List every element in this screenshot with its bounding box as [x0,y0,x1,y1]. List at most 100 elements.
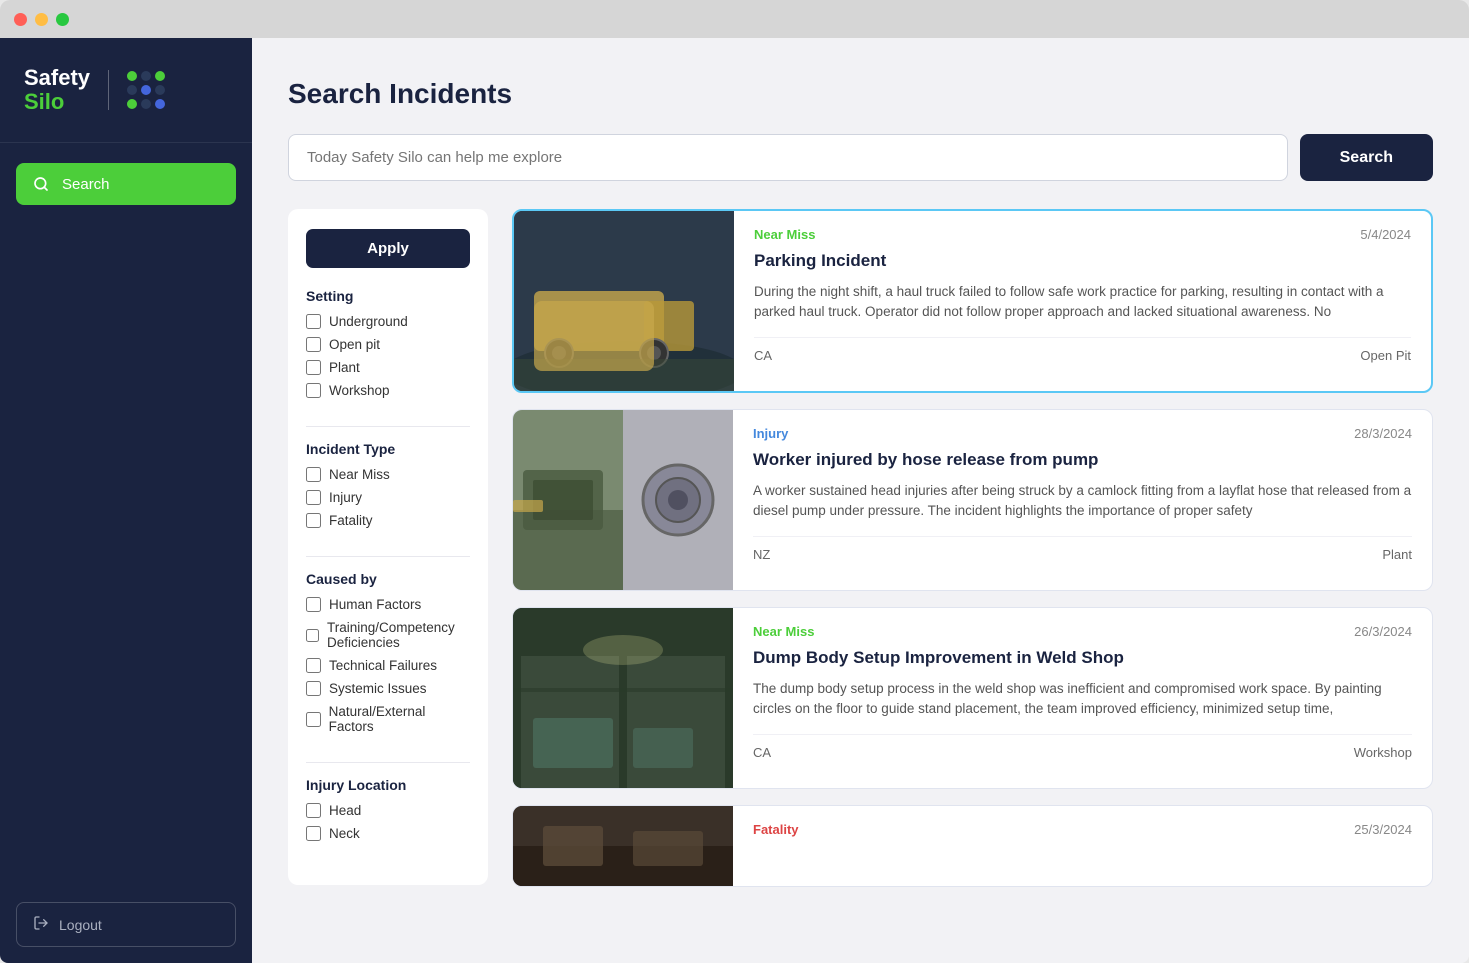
label-openpit: Open pit [329,337,380,352]
filter-option-human-factors[interactable]: Human Factors [306,597,470,612]
card-title-2: Worker injured by hose release from pump [753,449,1412,471]
filter-option-training[interactable]: Training/Competency Deficiencies [306,620,470,650]
image-parking [514,211,734,391]
dot-9 [155,99,165,109]
sidebar-nav: Search [0,143,252,225]
filter-option-systemic[interactable]: Systemic Issues [306,681,470,696]
card-meta-2: Injury 28/3/2024 [753,426,1412,441]
card-title-3: Dump Body Setup Improvement in Weld Shop [753,647,1412,669]
incident-type-4: Fatality [753,822,799,837]
card-setting-2: Plant [1382,547,1412,562]
card-description-2: A worker sustained head injuries after b… [753,481,1412,522]
close-button[interactable] [14,13,27,26]
search-bar: Search [288,134,1433,181]
filter-section-setting: Setting Underground Open pit Plant [306,288,470,406]
filter-option-technical[interactable]: Technical Failures [306,658,470,673]
checkbox-workshop[interactable] [306,383,321,398]
card-image-parking [514,211,734,391]
checkbox-natural[interactable] [306,712,321,727]
label-human-factors: Human Factors [329,597,421,612]
incident-card-3[interactable]: Near Miss 26/3/2024 Dump Body Setup Impr… [512,607,1433,789]
filter-divider-1 [306,426,470,427]
incident-date-3: 26/3/2024 [1354,624,1412,639]
card-body-2: Injury 28/3/2024 Worker injured by hose … [733,410,1432,590]
checkbox-nearmiss[interactable] [306,467,321,482]
filter-option-underground[interactable]: Underground [306,314,470,329]
incident-card-2[interactable]: Injury 28/3/2024 Worker injured by hose … [512,409,1433,591]
dot-6 [155,85,165,95]
filter-divider-3 [306,762,470,763]
logo-safety: Safety [24,66,90,90]
filter-option-fatality[interactable]: Fatality [306,513,470,528]
logo-silo: Silo [24,90,90,114]
filter-option-nearmiss[interactable]: Near Miss [306,467,470,482]
incident-type-1: Near Miss [754,227,815,242]
image-fatality [513,806,733,886]
dot-7 [127,99,137,109]
filter-section-incident-type: Incident Type Near Miss Injury Fatality [306,441,470,536]
card-location-3: CA [753,745,771,760]
card-meta-4: Fatality 25/3/2024 [753,822,1412,837]
filter-option-neck[interactable]: Neck [306,826,470,841]
minimize-button[interactable] [35,13,48,26]
search-button[interactable]: Search [1300,134,1433,181]
card-title-1: Parking Incident [754,250,1411,272]
label-workshop: Workshop [329,383,390,398]
checkbox-underground[interactable] [306,314,321,329]
sidebar-item-search[interactable]: Search [16,163,236,205]
filter-option-openpit[interactable]: Open pit [306,337,470,352]
card-body-1: Near Miss 5/4/2024 Parking Incident Duri… [734,211,1431,391]
checkbox-openpit[interactable] [306,337,321,352]
incident-card-1[interactable]: Near Miss 5/4/2024 Parking Incident Duri… [512,209,1433,393]
filter-panel: Apply Setting Underground Open pit Plant [288,209,488,885]
dot-4 [127,85,137,95]
checkbox-injury[interactable] [306,490,321,505]
filter-option-workshop[interactable]: Workshop [306,383,470,398]
filter-title-incident-type: Incident Type [306,441,470,457]
card-footer-1: CA Open Pit [754,337,1411,363]
checkbox-neck[interactable] [306,826,321,841]
app-window: Safety Silo [0,38,1469,963]
checkbox-head[interactable] [306,803,321,818]
filter-title-injury-location: Injury Location [306,777,470,793]
checkbox-training[interactable] [306,628,319,643]
filter-option-natural[interactable]: Natural/External Factors [306,704,470,734]
logo-dots [127,71,165,109]
checkbox-human-factors[interactable] [306,597,321,612]
label-injury: Injury [329,490,362,505]
checkbox-systemic[interactable] [306,681,321,696]
checkbox-plant[interactable] [306,360,321,375]
search-input[interactable] [288,134,1288,181]
label-plant: Plant [329,360,360,375]
filter-option-head[interactable]: Head [306,803,470,818]
logout-button[interactable]: Logout [16,902,236,947]
filter-option-plant[interactable]: Plant [306,360,470,375]
card-image-fatality [513,806,733,886]
card-footer-3: CA Workshop [753,734,1412,760]
maximize-button[interactable] [56,13,69,26]
checkbox-fatality[interactable] [306,513,321,528]
incident-date-2: 28/3/2024 [1354,426,1412,441]
label-training: Training/Competency Deficiencies [327,620,470,650]
apply-button[interactable]: Apply [306,229,470,268]
card-footer-2: NZ Plant [753,536,1412,562]
sidebar: Safety Silo [0,38,252,963]
search-icon [32,175,50,193]
window-chrome [0,0,1469,38]
card-body-4: Fatality 25/3/2024 [733,806,1432,886]
card-setting-1: Open Pit [1360,348,1411,363]
filter-title-setting: Setting [306,288,470,304]
card-setting-3: Workshop [1354,745,1412,760]
filter-section-caused-by: Caused by Human Factors Training/Compete… [306,571,470,742]
incident-card-4[interactable]: Fatality 25/3/2024 [512,805,1433,887]
card-image-hose [513,410,733,590]
sidebar-footer: Logout [0,886,252,963]
sidebar-item-label-search: Search [62,176,110,193]
main-content: Search Incidents Search Apply Setting Un… [252,38,1469,963]
label-systemic: Systemic Issues [329,681,427,696]
filter-option-injury[interactable]: Injury [306,490,470,505]
image-hose [513,410,733,590]
sidebar-logo: Safety Silo [0,38,252,143]
card-body-3: Near Miss 26/3/2024 Dump Body Setup Impr… [733,608,1432,788]
checkbox-technical[interactable] [306,658,321,673]
